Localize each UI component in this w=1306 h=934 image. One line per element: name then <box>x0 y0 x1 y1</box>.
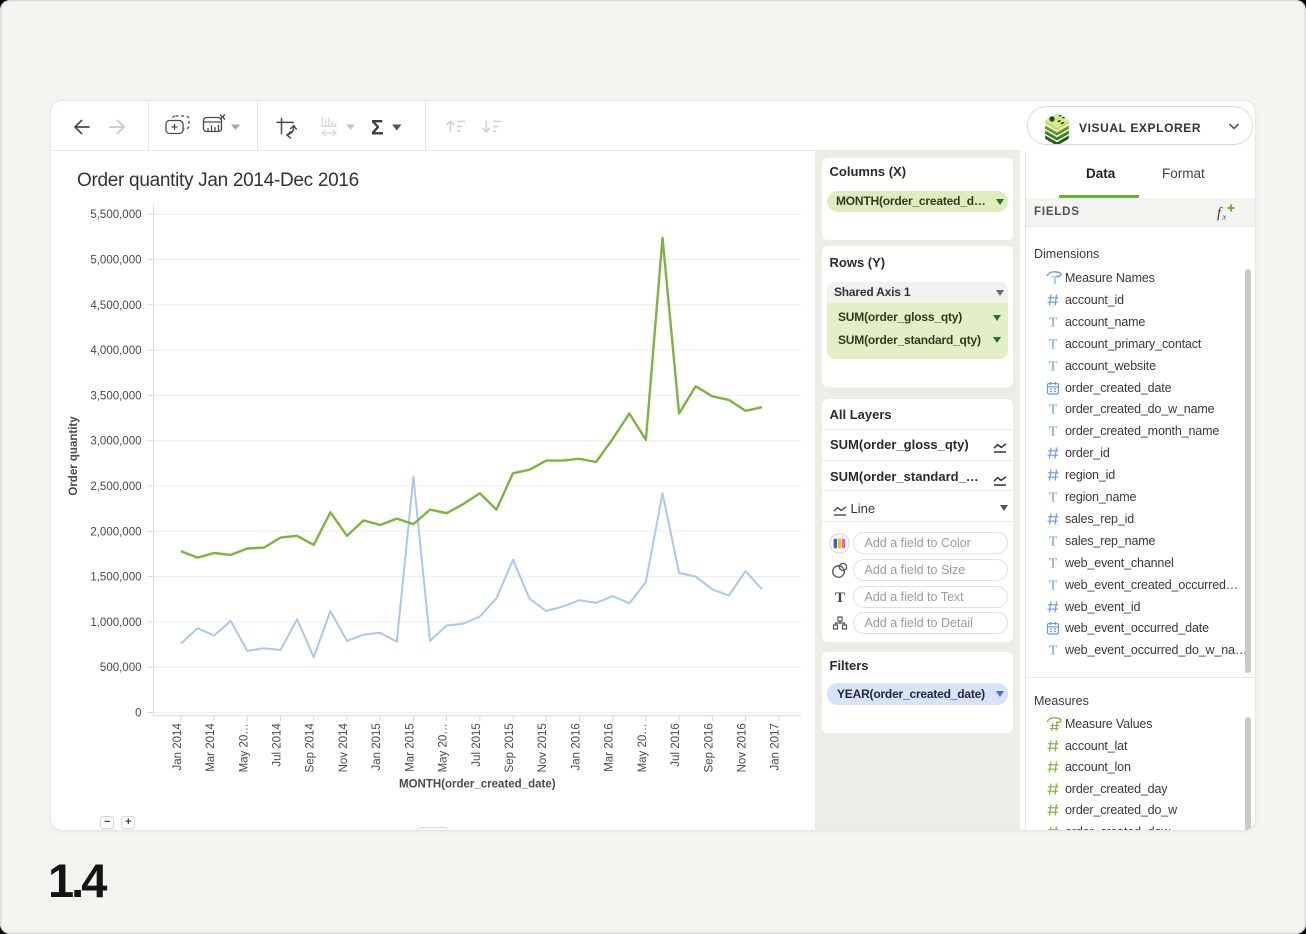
svg-text:Mar 2016: Mar 2016 <box>604 723 616 772</box>
svg-text:T: T <box>834 590 844 605</box>
svg-text:Jul 2016: Jul 2016 <box>670 723 682 766</box>
svg-text:Sep 2014: Sep 2014 <box>305 723 317 773</box>
svg-text:0: 0 <box>135 708 141 720</box>
svg-text:Mar 2014: Mar 2014 <box>205 723 217 772</box>
svg-text:Jan 2014: Jan 2014 <box>172 723 184 771</box>
svg-text:Jan 2015: Jan 2015 <box>371 723 383 770</box>
svg-text:1,500,000: 1,500,000 <box>90 572 141 584</box>
svg-text:T: T <box>1049 315 1058 330</box>
svg-text:May 20…: May 20… <box>637 723 649 772</box>
svg-text:3,500,000: 3,500,000 <box>90 390 141 402</box>
svg-text:T: T <box>1049 578 1058 593</box>
svg-text:Nov 2016: Nov 2016 <box>737 723 749 772</box>
svg-text:T: T <box>1049 359 1058 374</box>
svg-text:4,000,000: 4,000,000 <box>90 345 141 357</box>
svg-text:2,000,000: 2,000,000 <box>90 526 141 538</box>
svg-text:Mar 2015: Mar 2015 <box>404 723 416 772</box>
svg-text:3,000,000: 3,000,000 <box>90 436 141 448</box>
svg-text:500,000: 500,000 <box>100 662 142 674</box>
svg-text:T: T <box>1049 556 1058 571</box>
svg-text:Jul 2014: Jul 2014 <box>272 723 284 767</box>
svg-text:T: T <box>1049 425 1058 440</box>
svg-text:Nov 2014: Nov 2014 <box>338 723 350 773</box>
svg-text:T: T <box>1049 337 1058 352</box>
svg-text:1,000,000: 1,000,000 <box>90 617 141 629</box>
svg-text:Jan 2017: Jan 2017 <box>770 723 782 770</box>
svg-text:T: T <box>1049 534 1058 549</box>
svg-text:Order quantity: Order quantity <box>68 416 80 496</box>
svg-text:May 20…: May 20… <box>438 723 450 772</box>
svg-text:Jan 2016: Jan 2016 <box>570 723 582 770</box>
svg-text:5,000,000: 5,000,000 <box>90 255 141 267</box>
svg-text:T: T <box>1049 644 1058 659</box>
svg-text:May 20…: May 20… <box>238 723 250 772</box>
svg-text:MONTH(order_created_date): MONTH(order_created_date) <box>399 779 556 791</box>
svg-text:Jul 2015: Jul 2015 <box>471 723 483 766</box>
svg-text:Sep 2015: Sep 2015 <box>504 723 516 772</box>
svg-text:2,500,000: 2,500,000 <box>90 481 141 493</box>
svg-text:x: x <box>1222 212 1227 222</box>
svg-text:5,500,000: 5,500,000 <box>90 209 141 221</box>
svg-text:4,500,000: 4,500,000 <box>90 300 141 312</box>
svg-text:T: T <box>1049 403 1058 418</box>
svg-text:Nov 2015: Nov 2015 <box>537 723 549 772</box>
svg-text:Sep 2016: Sep 2016 <box>703 723 715 772</box>
svg-text:T: T <box>1049 491 1058 506</box>
